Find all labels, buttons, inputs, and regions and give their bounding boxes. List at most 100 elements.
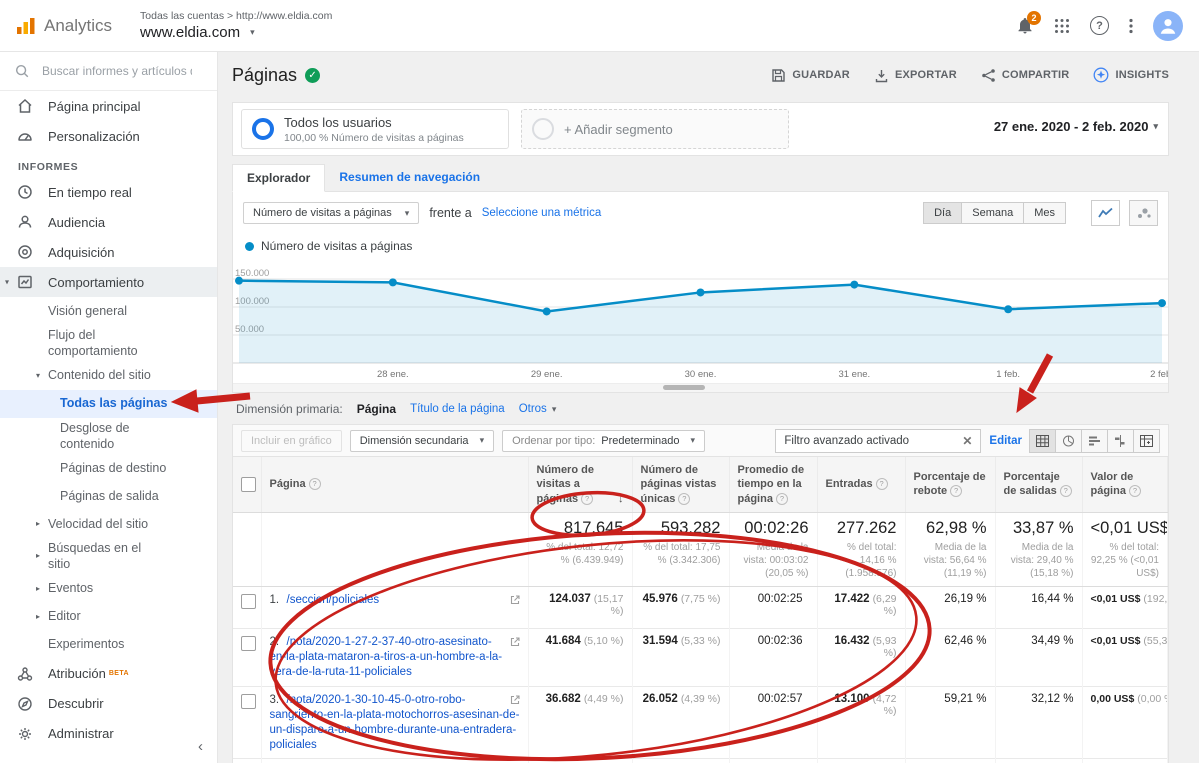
sidebar-item-admin[interactable]: Administrar	[0, 719, 217, 749]
granularity-month-button[interactable]: Mes	[1023, 202, 1066, 224]
sidebar-item-customization[interactable]: Personalización	[0, 121, 217, 151]
help-icon[interactable]: ?	[309, 478, 321, 490]
help-icon[interactable]: ?	[876, 478, 888, 490]
caret-right-icon: ▸	[36, 611, 40, 621]
target-icon	[16, 243, 34, 261]
dimension-option-otros[interactable]: Otros▾	[519, 403, 557, 415]
sidebar-search-input[interactable]	[40, 63, 194, 79]
sidebar-item-editor[interactable]: ▸ Editor	[0, 603, 217, 631]
help-icon[interactable]: ?	[581, 493, 593, 505]
insights-button[interactable]: INSIGHTS	[1093, 67, 1169, 83]
col-rebote[interactable]: Porcentaje de rebote?	[905, 457, 995, 512]
caret-down-icon: ▾	[250, 27, 255, 38]
secondary-dimension-dropdown[interactable]: Dimensión secundaria ▾	[350, 430, 494, 452]
sidebar-item-todas-las-paginas[interactable]: Todas las páginas	[0, 390, 217, 418]
collapse-sidebar-button[interactable]: ‹	[198, 738, 203, 755]
help-icon[interactable]: ?	[1060, 485, 1072, 497]
advanced-filter-chip[interactable]: Filtro avanzado activado ✕	[775, 429, 981, 453]
col-tiempo[interactable]: Promedio de tiempo en la página?	[729, 457, 817, 512]
notifications-button[interactable]: 2	[1016, 17, 1034, 35]
sort-type-dropdown[interactable]: Ordenar por tipo: Predeterminado ▾	[502, 430, 705, 452]
page-link[interactable]: /seccion/policiales	[287, 594, 380, 606]
save-button[interactable]: GUARDAR	[771, 68, 850, 83]
sidebar-item-experimentos[interactable]: Experimentos	[0, 631, 217, 659]
avatar[interactable]	[1153, 11, 1183, 41]
page-link[interactable]: /nota/2020-1-27-2-37-40-otro-asesinato-e…	[270, 636, 503, 678]
apps-grid-icon	[1054, 18, 1070, 34]
sidebar-item-flujo-comportamiento[interactable]: Flujo del comportamiento	[0, 325, 217, 362]
granularity-day-button[interactable]: Día	[923, 202, 962, 224]
totals-row: 817.645% del total: 12,72 % (6.439.949) …	[233, 512, 1168, 586]
col-entradas[interactable]: Entradas?	[817, 457, 905, 512]
bar-chart-icon	[1088, 435, 1101, 447]
sidebar-item-home[interactable]: Página principal	[0, 91, 217, 121]
sidebar-item-acquisition[interactable]: Adquisición	[0, 237, 217, 267]
plot-rows-button[interactable]: Incluir en gráfico	[241, 430, 342, 452]
help-icon[interactable]: ?	[776, 493, 788, 505]
caret-down-icon: ▾	[405, 208, 410, 219]
sidebar-item-audience[interactable]: Audiencia	[0, 207, 217, 237]
export-button[interactable]: EXPORTAR	[874, 68, 957, 83]
col-visitas[interactable]: Número de visitas a páginas?↓	[528, 457, 632, 512]
motion-chart-view-button[interactable]	[1129, 200, 1158, 226]
line-chart-view-button[interactable]	[1091, 200, 1120, 226]
product-name: Analytics	[44, 16, 112, 36]
percentage-view-button[interactable]	[1055, 429, 1082, 453]
col-salidas[interactable]: Porcentaje de salidas?	[995, 457, 1082, 512]
help-button[interactable]: ?	[1090, 16, 1109, 35]
dimension-option-pagina[interactable]: Página	[357, 402, 396, 416]
compass-icon	[16, 695, 34, 713]
select-all-cell[interactable]	[233, 457, 261, 512]
sidebar-item-paginas-destino[interactable]: Páginas de destino	[0, 454, 217, 482]
comparison-view-button[interactable]	[1107, 429, 1134, 453]
table-row: 3./nota/2020-1-30-10-45-0-otro-robo-sang…	[233, 686, 1168, 759]
page-link[interactable]: /nota/2020-1-30-10-45-0-otro-robo-sangri…	[270, 694, 520, 751]
sidebar-item-discover[interactable]: Descubrir	[0, 689, 217, 719]
share-button[interactable]: COMPARTIR	[981, 68, 1070, 83]
edit-filter-link[interactable]: Editar	[989, 435, 1022, 447]
tab-resumen-navegacion[interactable]: Resumen de navegación	[325, 164, 494, 192]
external-link-icon[interactable]	[510, 695, 520, 705]
apps-grid-button[interactable]	[1054, 18, 1070, 34]
primary-dimension-row: Dimensión primaria: Página Título de la …	[232, 393, 1169, 424]
external-link-icon[interactable]	[510, 637, 520, 647]
add-segment-button[interactable]: + Añadir segmento	[521, 109, 789, 149]
performance-view-button[interactable]	[1081, 429, 1108, 453]
col-valor[interactable]: Valor de página?	[1082, 457, 1168, 512]
date-range-selector[interactable]: 27 ene. 2020 - 2 feb. 2020 ▾	[994, 119, 1158, 134]
row-checkbox[interactable]	[241, 636, 256, 651]
scrollbar-thumb[interactable]	[663, 385, 705, 390]
account-selector[interactable]: www.eldia.com ▾	[140, 24, 332, 41]
sidebar-item-attribution[interactable]: Atribución BETA	[0, 659, 217, 689]
analytics-brand[interactable]: Analytics	[16, 16, 112, 36]
help-icon[interactable]: ?	[678, 493, 690, 505]
select-metric-link[interactable]: Seleccione una métrica	[482, 207, 602, 219]
sidebar-item-behavior[interactable]: ▾ Comportamiento	[0, 267, 217, 297]
share-icon	[981, 68, 996, 83]
more-options-button[interactable]	[1129, 18, 1133, 34]
external-link-icon[interactable]	[510, 595, 520, 605]
segment-all-users[interactable]: Todos los usuarios 100,00 % Número de vi…	[241, 109, 509, 149]
help-icon[interactable]: ?	[950, 485, 962, 497]
dimension-option-titulo[interactable]: Título de la página	[410, 403, 505, 415]
row-checkbox[interactable]	[241, 694, 256, 709]
col-pagina[interactable]: Página?	[261, 457, 528, 512]
sidebar-item-realtime[interactable]: En tiempo real	[0, 177, 217, 207]
sidebar-item-paginas-salida[interactable]: Páginas de salida	[0, 482, 217, 510]
clear-filter-icon[interactable]: ✕	[962, 434, 972, 448]
sidebar-item-velocidad-sitio[interactable]: ▸ Velocidad del sitio	[0, 510, 217, 538]
comparison-icon	[1114, 435, 1127, 447]
granularity-week-button[interactable]: Semana	[961, 202, 1024, 224]
col-vistas-unicas[interactable]: Número de páginas vistas únicas?	[632, 457, 729, 512]
sidebar-item-vision-general[interactable]: Visión general	[0, 297, 217, 325]
help-icon[interactable]: ?	[1129, 485, 1141, 497]
tab-explorador[interactable]: Explorador	[232, 164, 325, 192]
sidebar-item-contenido-sitio[interactable]: ▾ Contenido del sitio	[0, 362, 217, 390]
pivot-view-button[interactable]	[1133, 429, 1160, 453]
table-view-button[interactable]	[1029, 429, 1056, 453]
metric-selector-dropdown[interactable]: Número de visitas a páginas ▾	[243, 202, 419, 224]
sidebar-item-busquedas-sitio[interactable]: ▸ Búsquedas en el sitio	[0, 538, 217, 575]
sidebar-item-eventos[interactable]: ▸ Eventos	[0, 575, 217, 603]
sidebar-item-desglose-contenido[interactable]: Desglose de contenido	[0, 418, 217, 455]
row-checkbox[interactable]	[241, 594, 256, 609]
